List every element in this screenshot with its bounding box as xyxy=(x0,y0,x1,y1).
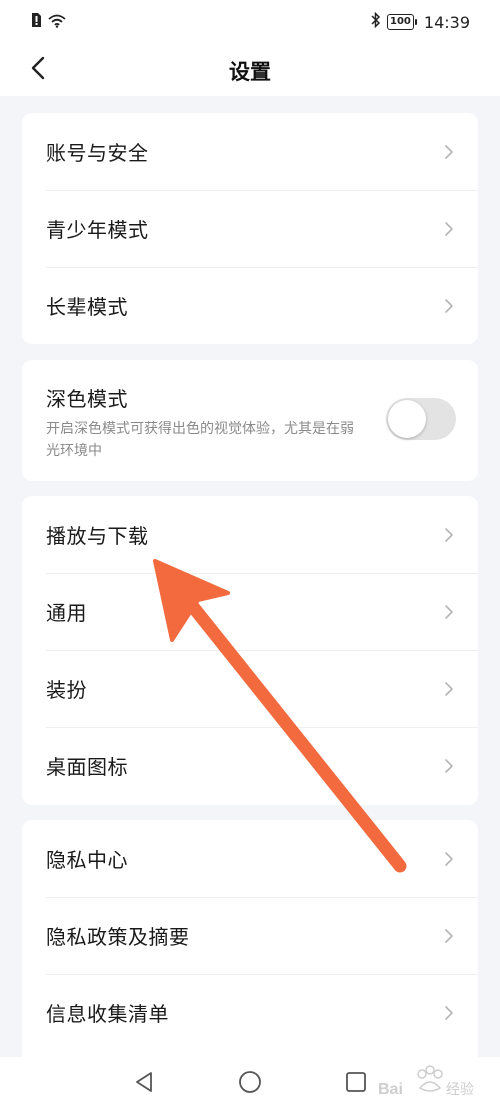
status-left xyxy=(30,12,66,32)
square-recent-icon xyxy=(345,1071,367,1097)
clock: 14:39 xyxy=(423,12,470,32)
nav-home-button[interactable] xyxy=(237,1071,263,1097)
bluetooth-icon xyxy=(371,11,381,32)
settings-item-teen-mode[interactable]: 青少年模式 xyxy=(22,190,478,267)
privacy-group-card: 隐私中心 隐私政策及摘要 信息收集清单 xyxy=(22,820,478,1080)
page-title: 设置 xyxy=(229,60,271,84)
chevron-right-icon xyxy=(444,298,454,314)
settings-item-playback-download[interactable]: 播放与下载 xyxy=(22,496,478,573)
settings-item-elder-mode[interactable]: 长辈模式 xyxy=(22,267,478,344)
nav-back-button[interactable] xyxy=(131,1071,157,1097)
triangle-back-icon xyxy=(134,1071,154,1097)
chevron-right-icon xyxy=(444,758,454,774)
chevron-right-icon xyxy=(444,681,454,697)
settings-item-label: 桌面图标 xyxy=(46,755,128,779)
settings-item-label: 青少年模式 xyxy=(46,218,149,242)
svg-text:经验: 经验 xyxy=(446,1082,474,1098)
nav-recent-button[interactable] xyxy=(343,1071,369,1097)
chevron-right-icon xyxy=(444,144,454,160)
settings-item-label: 装扮 xyxy=(46,678,87,702)
settings-item-label: 隐私政策及摘要 xyxy=(46,925,190,949)
settings-item-appearance[interactable]: 装扮 xyxy=(22,650,478,727)
wifi-icon xyxy=(48,13,66,32)
settings-item-data-collection-list[interactable]: 信息收集清单 xyxy=(22,974,478,1051)
header: 设置 xyxy=(0,44,500,96)
toggle-knob xyxy=(388,400,426,438)
general-group-card: 播放与下载 通用 装扮 桌面图标 xyxy=(22,496,478,805)
status-bar: 100 14:39 xyxy=(0,0,500,44)
settings-item-label: 信息收集清单 xyxy=(46,1002,169,1026)
chevron-right-icon xyxy=(444,1005,454,1021)
settings-item-label: 账号与安全 xyxy=(46,141,149,165)
battery-level: 100 xyxy=(387,14,417,30)
settings-item-privacy-center[interactable]: 隐私中心 xyxy=(22,820,478,897)
settings-item-label: 隐私中心 xyxy=(46,848,128,872)
chevron-right-icon xyxy=(444,527,454,543)
settings-item-general[interactable]: 通用 xyxy=(22,573,478,650)
sim-alert-icon xyxy=(30,12,42,32)
settings-item-label: 通用 xyxy=(46,601,87,625)
baidu-watermark-logo: Bai 经验 xyxy=(378,1065,474,1098)
settings-item-desktop-icon[interactable]: 桌面图标 xyxy=(22,727,478,804)
settings-item-label: 长辈模式 xyxy=(46,295,128,319)
chevron-right-icon xyxy=(444,928,454,944)
settings-item-account-security[interactable]: 账号与安全 xyxy=(22,113,478,190)
chevron-right-icon xyxy=(444,851,454,867)
account-group-card: 账号与安全 青少年模式 长辈模式 xyxy=(22,113,478,344)
settings-item-label: 播放与下载 xyxy=(46,524,149,548)
circle-home-icon xyxy=(238,1070,262,1098)
dark-mode-card: 深色模式 开启深色模式可获得出色的视觉体验，尤其是在弱光环境中 xyxy=(22,360,478,481)
dark-mode-toggle[interactable] xyxy=(386,398,456,440)
settings-item-privacy-policy[interactable]: 隐私政策及摘要 xyxy=(22,897,478,974)
dark-mode-description: 开启深色模式可获得出色的视觉体验，尤其是在弱光环境中 xyxy=(46,421,354,459)
chevron-right-icon xyxy=(444,221,454,237)
dark-mode-title: 深色模式 xyxy=(46,387,128,411)
chevron-right-icon xyxy=(444,604,454,620)
svg-text:Bai: Bai xyxy=(378,1081,403,1098)
status-right: 100 14:39 xyxy=(371,11,470,32)
